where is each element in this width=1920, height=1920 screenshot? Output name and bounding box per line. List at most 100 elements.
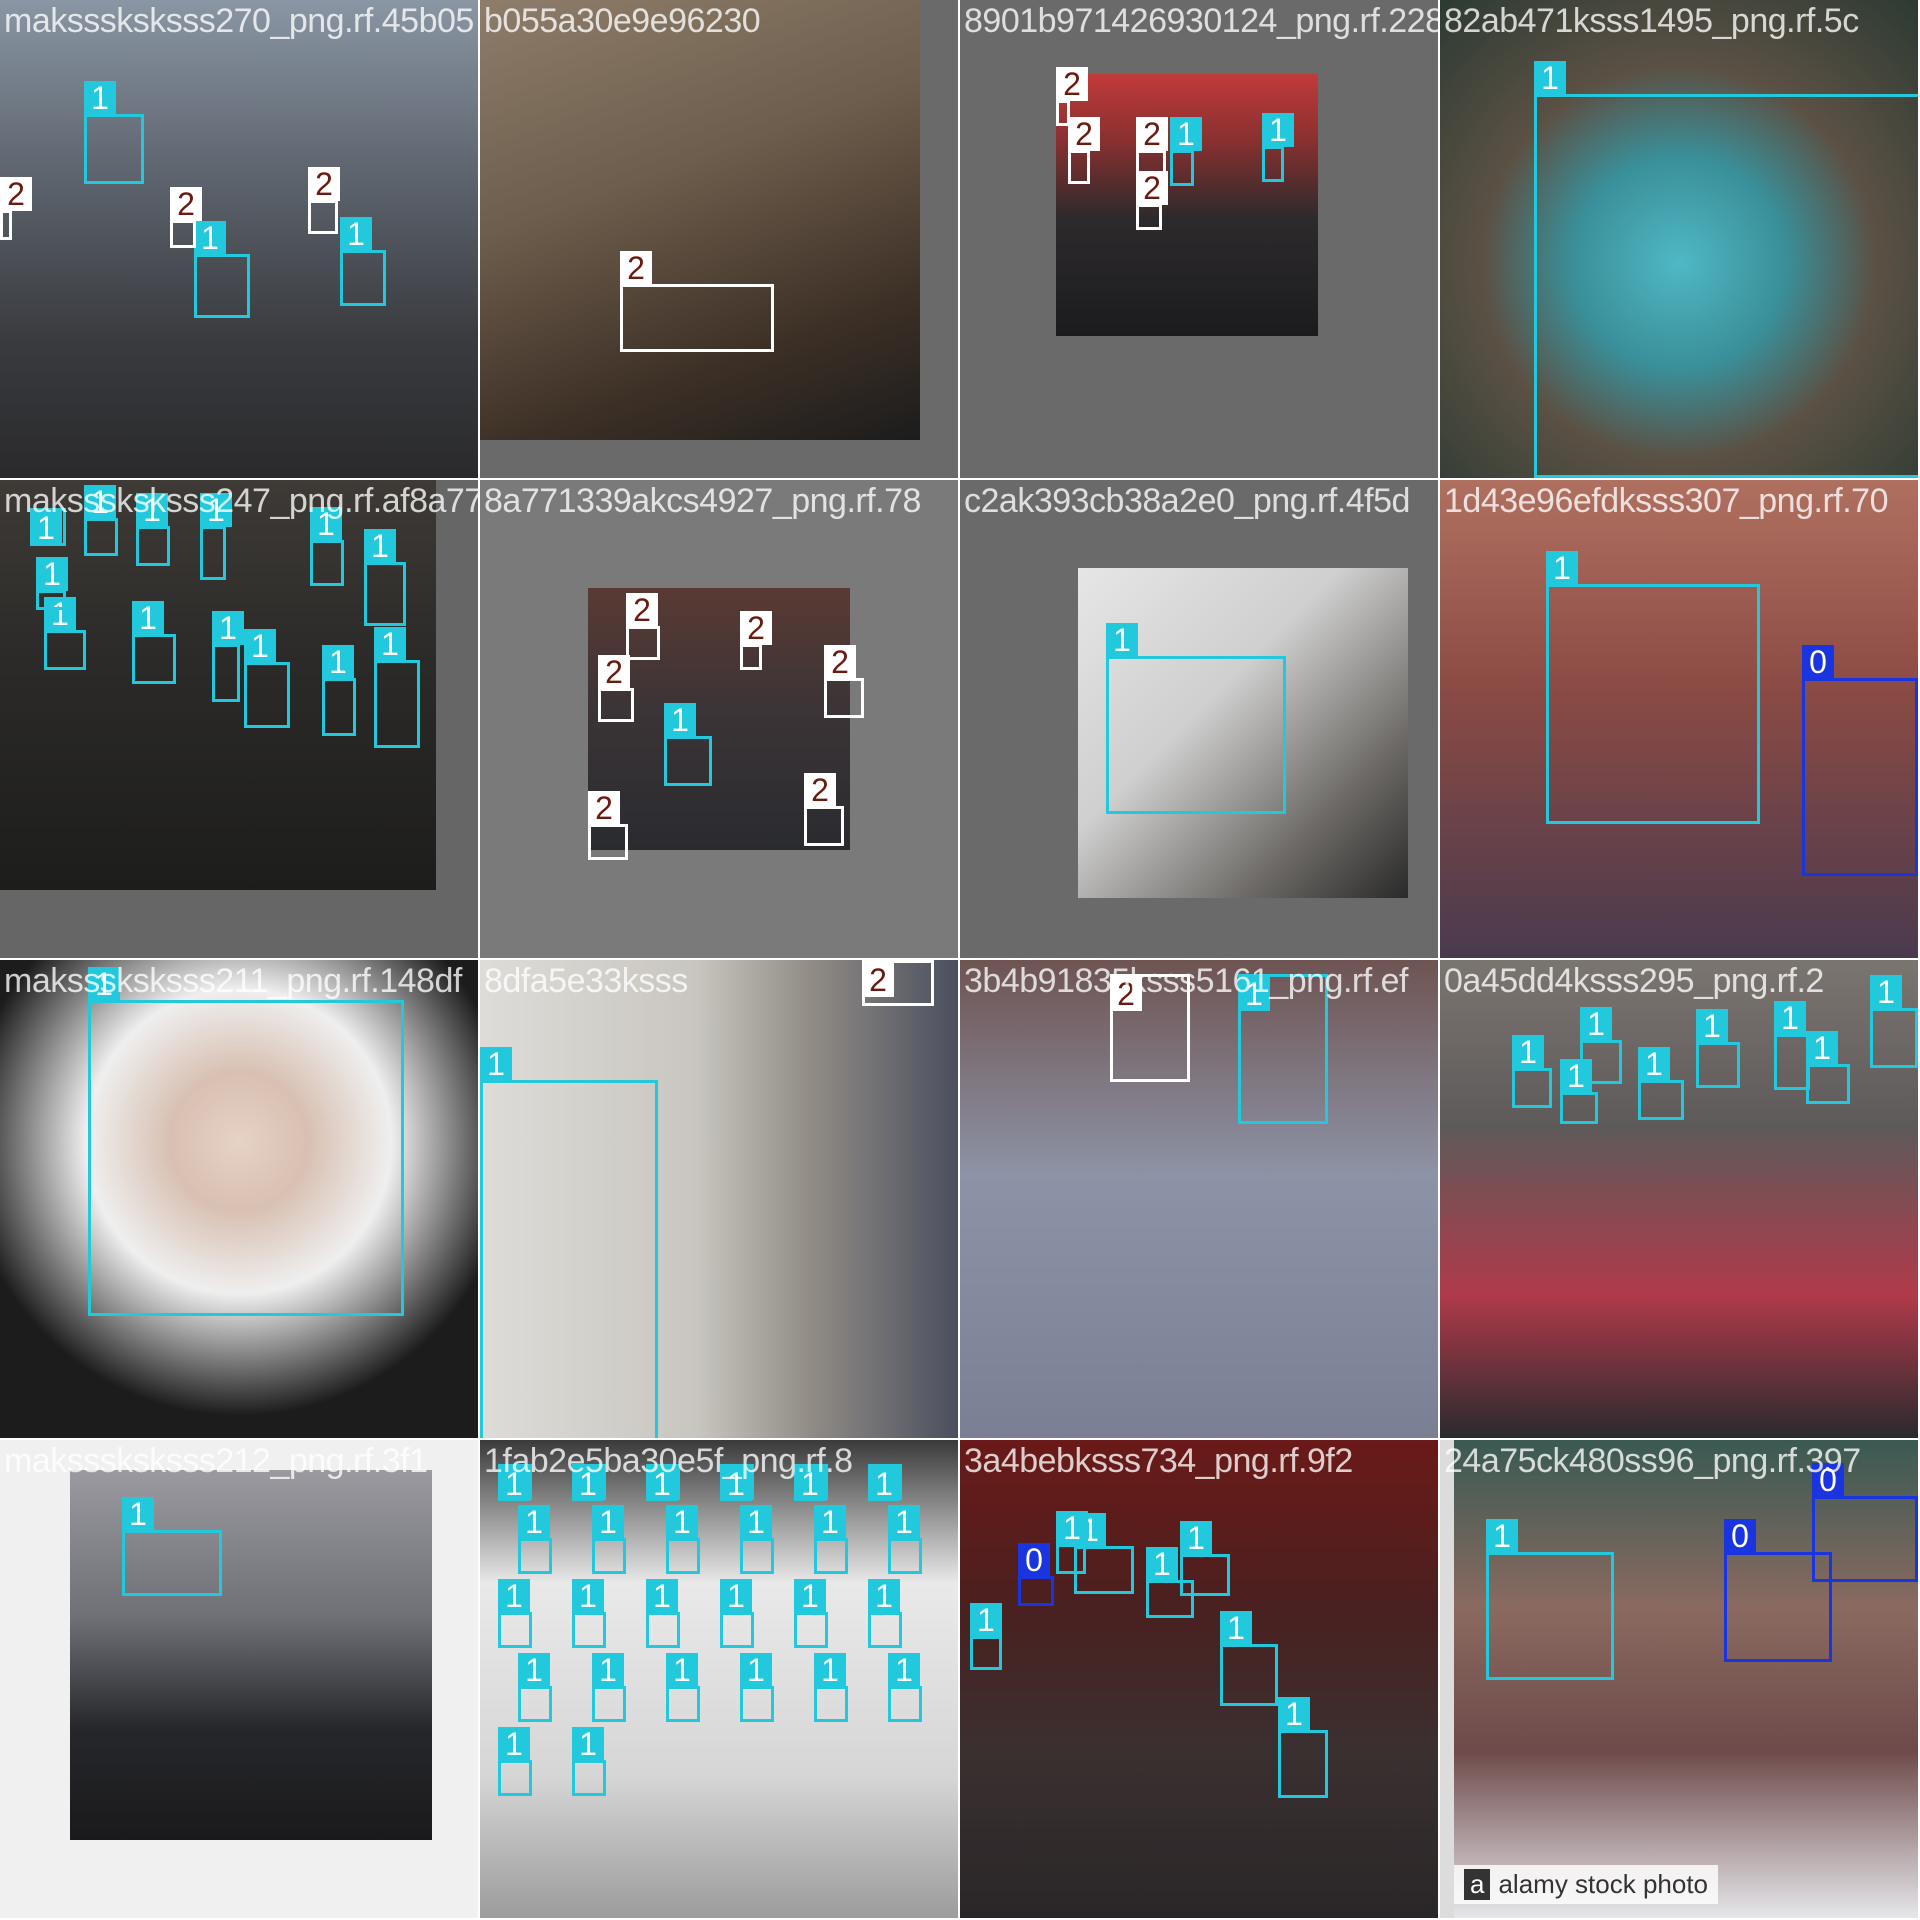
class-label: 1 [1806, 1031, 1838, 1065]
detection-box-class-1: 1 [572, 1579, 606, 1648]
tile-filename: b055a30e9e96230 [484, 2, 761, 40]
detection-box-class-1: 1 [1146, 1547, 1194, 1618]
class-label: 2 [1056, 67, 1088, 101]
detection-box-class-1: 1 [666, 1505, 700, 1574]
tile-photo [960, 960, 1438, 1438]
detection-box-class-2: 2 [598, 655, 634, 722]
prediction-tile: 1 1 1 1 1 1 1 1 1 1 1 1 1 1 1 1 1 1 1 1 1 1 1 1 1 1 1fab2e5ba30e5f… [480, 1440, 958, 1918]
class-label: 1 [970, 1603, 1002, 1637]
class-label: 1 [572, 1579, 604, 1613]
class-label: 1 [194, 221, 226, 255]
class-label: 1 [498, 1579, 530, 1613]
detection-box-class-1: 1 [814, 1505, 848, 1574]
class-label: 2 [862, 963, 894, 997]
class-label: 1 [212, 611, 244, 645]
prediction-tile: 1 1 1 1 1 1 1 1 1 1 1 1 1 maksssksksss247_png.rf.af8a… [0, 480, 478, 958]
detection-box-class-1: 1 [740, 1505, 774, 1574]
detection-box-class-1: 1 [740, 1653, 774, 1722]
detection-box-class-1: 1 [1278, 1697, 1328, 1798]
prediction-mosaic: 1 1 1 2 2 2 maksssksksss270_png.rf.45b05 2 b055a… [0, 0, 1920, 1920]
class-label: 1 [664, 703, 696, 737]
class-label: 1 [498, 1727, 530, 1761]
class-label: 0 [1018, 1543, 1050, 1577]
detection-box-class-1: 1 [666, 1653, 700, 1722]
prediction-tile: 2 b055a30e9e96230 [480, 0, 958, 478]
detection-box-class-1: 1 [814, 1653, 848, 1722]
class-label: 1 [1220, 1611, 1252, 1645]
detection-box-class-2: 2 [0, 177, 32, 240]
tile-filename: 3a4bebksss734_png.rf.9f2 [964, 1442, 1353, 1480]
detection-box-class-1: 1 [592, 1653, 626, 1722]
detection-box-class-2: 2 [824, 645, 864, 718]
detection-box-class-1: 1 [720, 1579, 754, 1648]
class-label: 1 [1638, 1047, 1670, 1081]
detection-box-class-1: 1 [1546, 551, 1760, 824]
tile-filename: maksssksksss211_png.rf.148df [4, 962, 462, 1000]
detection-box-class-1: 1 [1560, 1059, 1598, 1124]
class-label: 0 [1724, 1519, 1756, 1553]
detection-box-class-1: 1 [1774, 1001, 1810, 1090]
detection-box-class-2: 2 [1136, 171, 1168, 230]
class-label: 0 [1802, 645, 1834, 679]
detection-box-class-1: 1 [1806, 1031, 1850, 1104]
tile-filename: 8a771339akcs4927_png.rf.78 [484, 482, 921, 520]
detection-box-class-1: 1 [36, 557, 68, 610]
detection-box-class-1: 1 [480, 1047, 658, 1438]
detection-box-class-1: 1 [200, 493, 232, 580]
detection-box-class-1: 1 [244, 629, 290, 728]
tile-filename: 8901b971426930124_png.rf.228 [964, 2, 1438, 40]
class-label: 1 [132, 601, 164, 635]
class-label: 1 [1534, 61, 1566, 95]
tile-filename: maksssksksss247_png.rf.af8a77 [4, 482, 478, 520]
detection-box-class-1: 1 [1512, 1035, 1552, 1108]
detection-box-class-1: 1 [868, 1464, 902, 1501]
prediction-tile: 1 1 1 2 2 2 maksssksksss270_png.rf.45b05 [0, 0, 478, 478]
detection-box-class-1: 1 [364, 529, 406, 626]
detection-box-class-1: 1 [1220, 1611, 1278, 1706]
class-label: 2 [1136, 117, 1168, 151]
class-label: 1 [794, 1579, 826, 1613]
detection-box-class-1: 1 [572, 1727, 606, 1796]
prediction-tile: 1 maksssksksss211_png.rf.148df [0, 960, 478, 1438]
detection-box-class-1: 1 [498, 1727, 532, 1796]
detection-box-class-2: 2 [626, 593, 660, 660]
class-label: 2 [1068, 117, 1100, 151]
class-label: 1 [1546, 551, 1578, 585]
prediction-tile: 1 c2ak393cb38a2e0_png.rf.4f5d [960, 480, 1438, 958]
class-label: 1 [720, 1579, 752, 1613]
class-label: 1 [572, 1727, 604, 1761]
tile-photo [480, 0, 920, 440]
class-label: 2 [598, 655, 630, 689]
detection-box-class-2: 2 [862, 960, 934, 1006]
detection-box-class-1: 1 [1170, 117, 1202, 186]
class-label: 1 [374, 627, 406, 661]
class-label: 1 [1512, 1035, 1544, 1069]
prediction-tile: 1 82ab471ksss1495_png.rf.5c [1440, 0, 1918, 478]
class-label: 1 [1870, 975, 1902, 1009]
detection-box-class-1: 1 [664, 703, 712, 786]
class-label: 2 [1136, 171, 1168, 205]
class-label: 1 [1056, 1511, 1088, 1545]
prediction-tile: 1 0 1d43e96efdksss307_png.rf.70 [1440, 480, 1918, 958]
class-label: 1 [1560, 1059, 1592, 1093]
detection-box-class-0: 0 [1018, 1543, 1054, 1606]
detection-box-class-1: 1 [340, 217, 386, 306]
prediction-tile: 1 1 1 1 1 1 1 1 0a45dd4ksss295_png.rf.2 [1440, 960, 1918, 1438]
detection-box-class-1: 1 [122, 1497, 222, 1596]
tile-photo [480, 1440, 958, 1918]
detection-box-class-2: 2 [804, 773, 844, 846]
detection-box-class-1: 1 [498, 1579, 532, 1648]
detection-box-class-1: 1 [374, 627, 420, 748]
class-label: 1 [740, 1653, 772, 1687]
tile-filename: 0a45dd4ksss295_png.rf.2 [1444, 962, 1824, 1000]
class-label: 2 [0, 177, 32, 211]
prediction-tile: 2 2 2 2 1 2 2 8a771339akcs4927_png.rf.78 [480, 480, 958, 958]
class-label: 1 [1278, 1697, 1310, 1731]
detection-box-class-1: 1 [1534, 61, 1918, 478]
class-label: 1 [364, 529, 396, 563]
class-label: 2 [626, 593, 658, 627]
detection-box-class-1: 1 [592, 1505, 626, 1574]
class-label: 1 [1696, 1009, 1728, 1043]
class-label: 2 [804, 773, 836, 807]
class-label: 1 [814, 1505, 846, 1539]
